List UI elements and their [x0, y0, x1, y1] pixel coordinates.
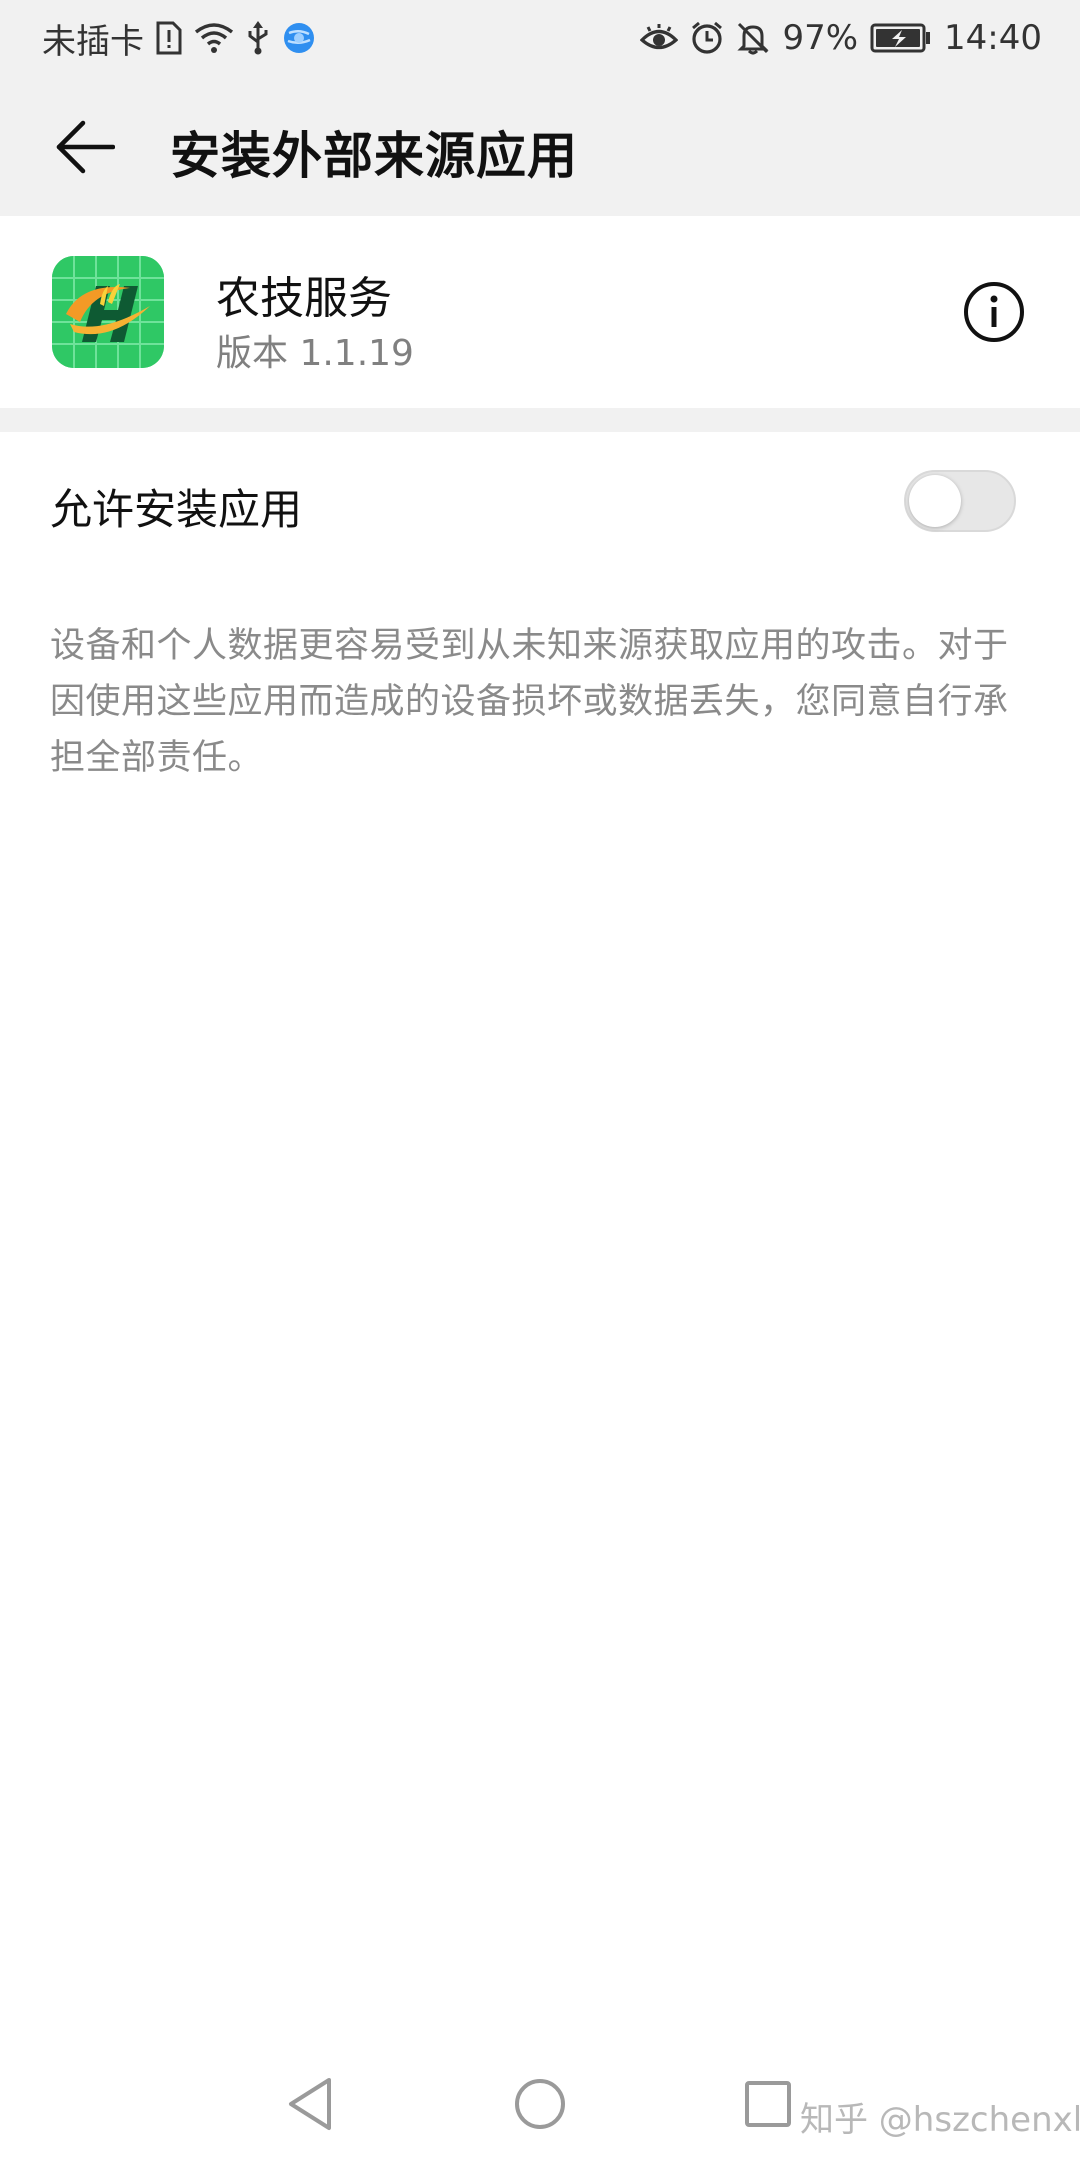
status-bar-right: 97% 14:40	[628, 18, 1042, 58]
app-info-button[interactable]	[962, 280, 1026, 344]
allow-install-toggle[interactable]	[904, 470, 1016, 532]
toggle-knob	[909, 475, 961, 527]
allow-install-label: 允许安装应用	[50, 485, 303, 534]
title-bar: 安装外部来源应用	[0, 76, 1080, 216]
app-info-row: 农技服务 版本 1.1.19	[0, 216, 1080, 408]
nav-home-button[interactable]	[510, 2074, 570, 2134]
alarm-icon	[690, 21, 724, 55]
app-version: 版本 1.1.19	[216, 333, 414, 374]
watermark: 知乎 @hszchenxl	[800, 2100, 1080, 2140]
browser-icon	[282, 21, 316, 55]
nav-recent-icon	[745, 2081, 791, 2127]
status-bar-left: 未插卡	[42, 14, 328, 63]
security-warning-text: 设备和个人数据更容易受到从未知来源获取应用的攻击。对于因使用这些应用而造成的设备…	[50, 626, 1009, 778]
section-divider	[0, 408, 1080, 432]
app-name: 农技服务	[216, 273, 392, 324]
sim-alert-icon	[156, 21, 182, 55]
battery-charging-icon	[870, 23, 932, 53]
nav-home-icon	[515, 2079, 565, 2129]
mute-bell-icon	[736, 21, 770, 55]
battery-percent: 97%	[782, 18, 859, 58]
wifi-icon	[194, 22, 234, 54]
info-icon	[964, 282, 1024, 342]
nav-back-button[interactable]	[280, 2074, 340, 2134]
arrow-left-icon	[56, 120, 115, 174]
back-button[interactable]	[50, 114, 120, 180]
clock-time: 14:40	[944, 18, 1042, 58]
eye-icon	[640, 23, 679, 53]
status-bar: 未插卡 97% 14:40	[0, 0, 1080, 76]
usb-icon	[246, 20, 270, 56]
app-logo-icon	[52, 256, 164, 368]
page-title: 安装外部来源应用	[170, 127, 578, 185]
nav-recent-button[interactable]	[738, 2074, 798, 2134]
carrier-text: 未插卡	[42, 21, 144, 62]
screen: 未插卡 97% 14:40 安装外部来源应用 农技服务 版本 1.1.19 允许…	[0, 0, 1080, 2160]
nav-back-icon	[289, 2078, 331, 2130]
